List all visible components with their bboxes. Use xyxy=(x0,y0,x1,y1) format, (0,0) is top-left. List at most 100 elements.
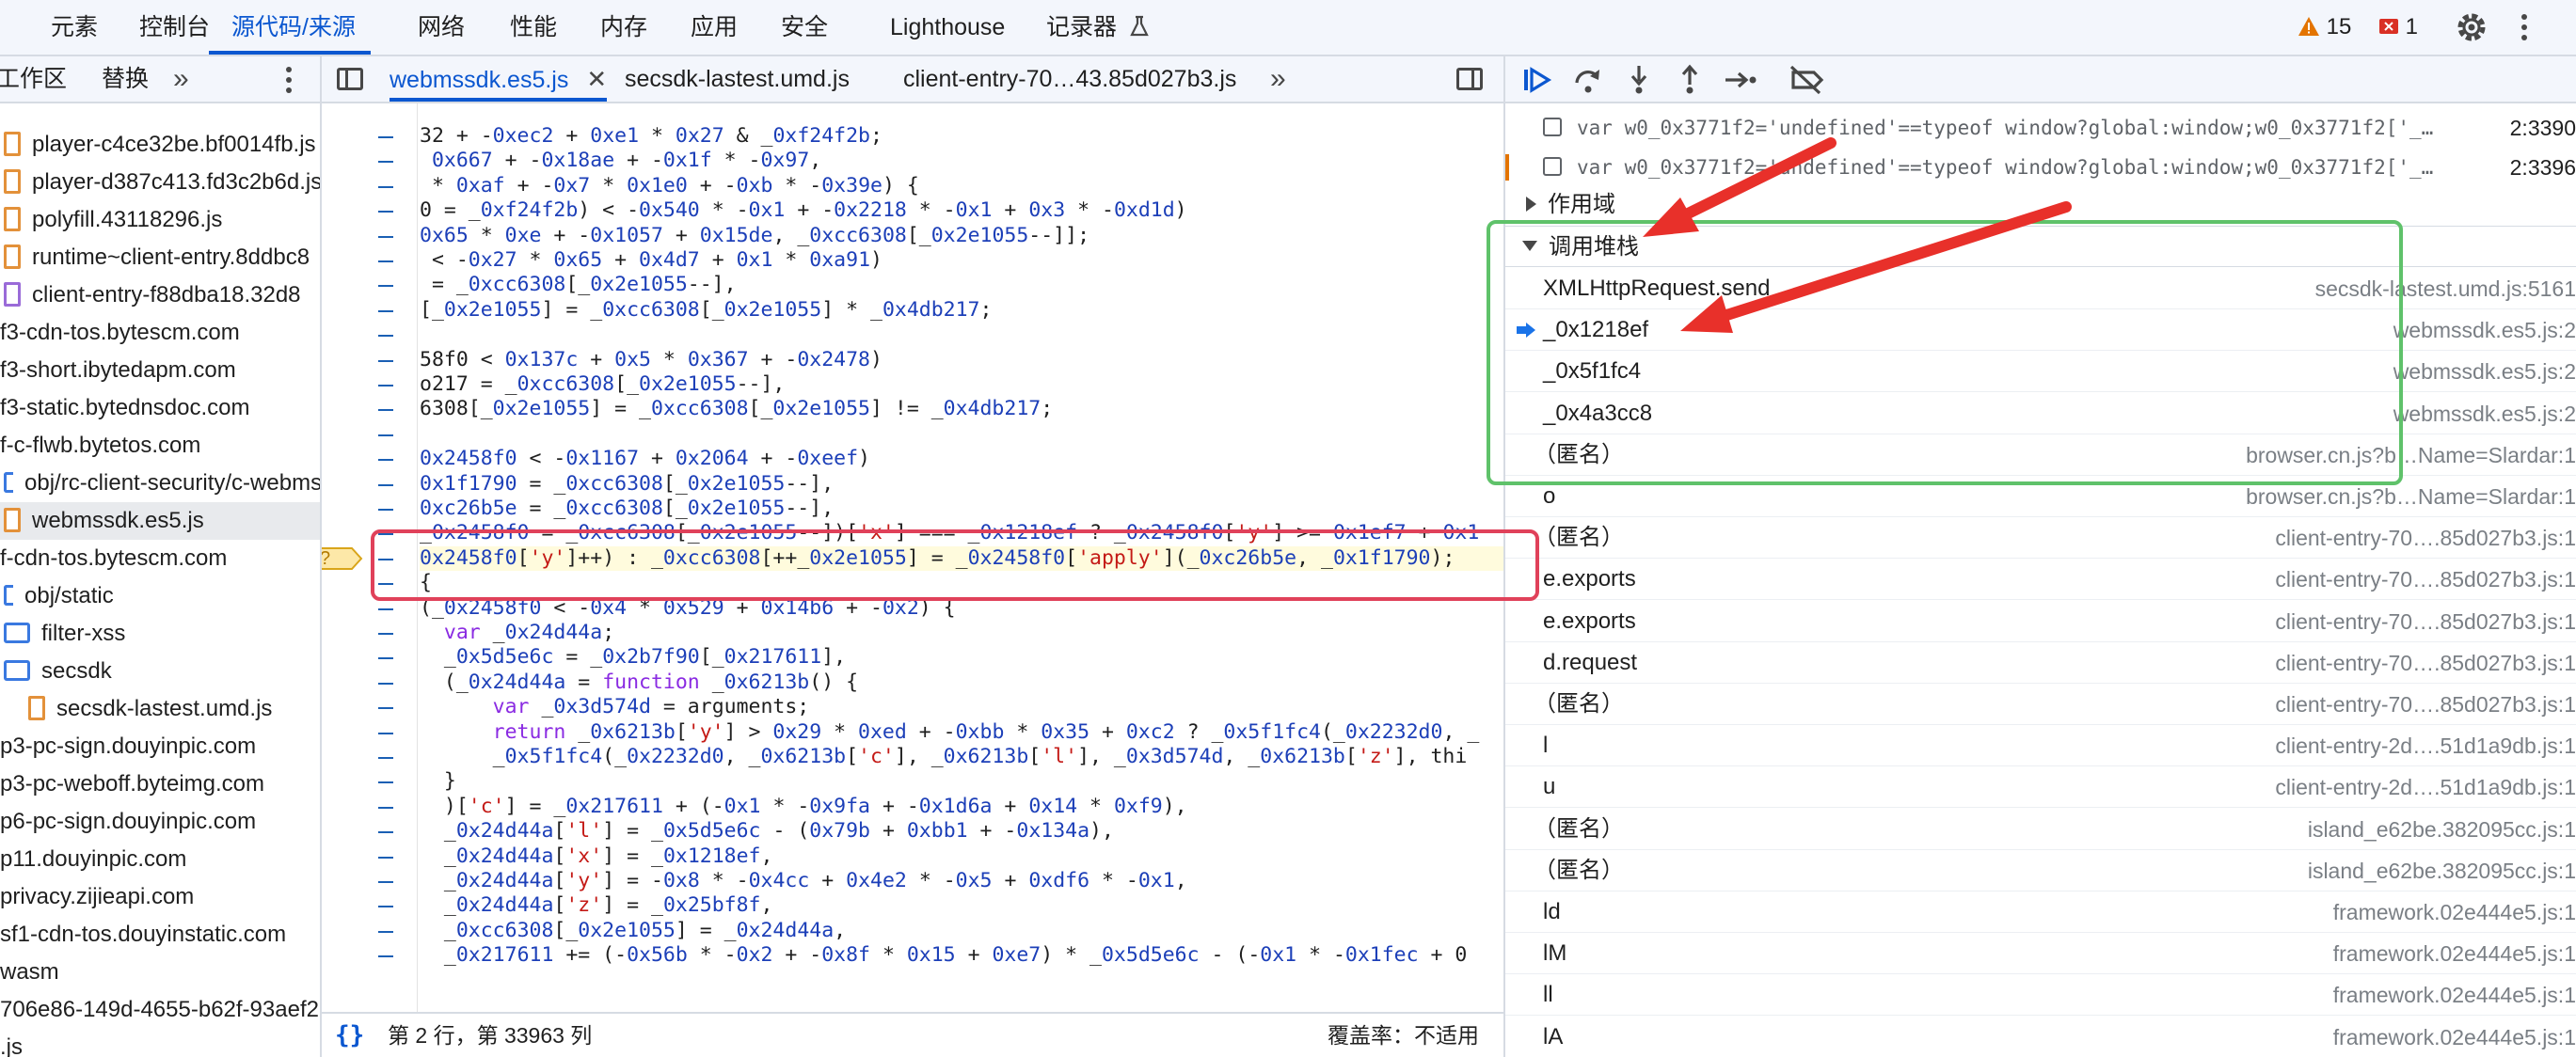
call-frame-location[interactable]: client-entry-70….85d027b3.js:1 xyxy=(2275,684,2576,725)
gutter-fold-marker[interactable] xyxy=(378,881,393,883)
gutter-fold-marker[interactable] xyxy=(378,806,393,809)
call-frame-location[interactable]: client-entry-2d….51d1a9db.js:1 xyxy=(2275,766,2576,808)
gutter-fold-marker[interactable] xyxy=(378,607,393,610)
tab-elements[interactable]: 元素 xyxy=(51,0,98,55)
call-frame[interactable]: d.request client-entry-70….85d027b3.js:1 xyxy=(1505,642,2576,684)
gutter-fold-marker[interactable] xyxy=(378,185,393,188)
tree-item[interactable]: p11.douyinpic.com xyxy=(0,841,320,878)
call-frame[interactable]: lA framework.02e444e5.js:1 xyxy=(1505,1017,2576,1057)
call-frame[interactable]: （匿名） client-entry-70….85d027b3.js:1 xyxy=(1505,684,2576,725)
gutter-fold-marker[interactable] xyxy=(378,682,393,685)
gutter-fold-marker[interactable] xyxy=(378,211,393,213)
tree-item[interactable]: p3-pc-sign.douyinpic.com xyxy=(0,728,320,765)
step-icon[interactable] xyxy=(1724,64,1757,96)
breakpoint-checkbox[interactable] xyxy=(1543,157,1562,176)
gutter-fold-marker[interactable] xyxy=(378,385,393,387)
gutter-fold-marker[interactable] xyxy=(378,856,393,859)
errors-counter[interactable]: 1 xyxy=(2378,0,2418,55)
breakpoint-checkbox[interactable] xyxy=(1543,118,1562,136)
call-frame-location[interactable]: framework.02e444e5.js:1 xyxy=(2333,891,2576,933)
tree-item[interactable]: secsdk-lastest.umd.js xyxy=(0,690,320,728)
tab-recorder[interactable]: 记录器 xyxy=(1046,0,1150,55)
step-out-icon[interactable] xyxy=(1673,64,1707,96)
tree-item[interactable]: obj/rc-client-security/c-webms xyxy=(0,465,320,502)
call-frame-location[interactable]: framework.02e444e5.js:1 xyxy=(2333,933,2576,974)
tree-item[interactable]: f-c-flwb.bytetos.com xyxy=(0,427,320,465)
gutter-fold-marker[interactable] xyxy=(378,707,393,710)
breakpoint-row[interactable]: var w0_0x3771f2='undefined'==typeof wind… xyxy=(1505,107,2576,149)
call-frame[interactable]: e.exports client-entry-70….85d027b3.js:1 xyxy=(1505,601,2576,642)
close-icon[interactable]: ✕ xyxy=(586,65,607,93)
tab-sources[interactable]: 源代码/来源 xyxy=(209,0,371,55)
call-frame[interactable]: （匿名） client-entry-70….85d027b3.js:1 xyxy=(1505,517,2576,560)
breakpoint-row[interactable]: var w0_0x3771f2='undefined'==typeof wind… xyxy=(1505,147,2576,188)
tree-item[interactable]: filter-xss xyxy=(0,615,320,653)
navigator-menu-icon[interactable] xyxy=(284,64,294,96)
call-frame-location[interactable]: island_e62be.382095cc.js:1 xyxy=(2308,809,2576,850)
call-frame-location[interactable]: webmssdk.es5.js:2 xyxy=(2393,351,2576,392)
call-frame[interactable]: e.exports client-entry-70….85d027b3.js:1 xyxy=(1505,559,2576,601)
call-frame-location[interactable]: webmssdk.es5.js:2 xyxy=(2393,309,2576,351)
tree-item[interactable]: obj/static xyxy=(0,577,320,615)
gutter-fold-marker[interactable] xyxy=(378,335,393,338)
tree-item[interactable]: player-d387c413.fd3c2b6d.js xyxy=(0,164,320,201)
tab-application[interactable]: 应用 xyxy=(691,0,738,55)
tree-item[interactable]: f-cdn-tos.bytescm.com xyxy=(0,540,320,577)
tree-item[interactable]: p6-pc-sign.douyinpic.com xyxy=(0,803,320,841)
call-frame[interactable]: ld framework.02e444e5.js:1 xyxy=(1505,891,2576,933)
tree-item[interactable]: sf1-cdn-tos.douyinstatic.com xyxy=(0,916,320,954)
call-frame[interactable]: lM framework.02e444e5.js:1 xyxy=(1505,933,2576,975)
gutter-fold-marker[interactable] xyxy=(378,161,393,164)
more-options-icon[interactable] xyxy=(2520,11,2529,43)
more-tabs-icon[interactable]: » xyxy=(173,56,189,102)
call-frame-location[interactable]: framework.02e444e5.js:1 xyxy=(2333,1017,2576,1057)
call-frame[interactable]: l client-entry-2d….51d1a9db.js:1 xyxy=(1505,725,2576,767)
more-editor-tabs-icon[interactable]: » xyxy=(1270,56,1286,102)
gutter-fold-marker[interactable] xyxy=(378,434,393,436)
gutter-fold-marker[interactable] xyxy=(378,657,393,660)
resume-icon[interactable] xyxy=(1520,64,1554,96)
tree-item[interactable]: webmssdk.es5.js xyxy=(0,502,320,540)
tree-item[interactable]: p3-pc-weboff.byteimg.com xyxy=(0,765,320,803)
tree-item[interactable]: runtime~client-entry.8ddbc8 xyxy=(0,239,320,276)
gutter-fold-marker[interactable] xyxy=(378,930,393,933)
tree-item[interactable]: .js xyxy=(0,1029,320,1057)
tab-performance[interactable]: 性能 xyxy=(510,0,557,55)
gutter-fold-marker[interactable] xyxy=(378,459,393,462)
editor-tab-client-entry[interactable]: client-entry-70…43.85d027b3.js xyxy=(903,56,1236,102)
toggle-navigator-icon[interactable] xyxy=(337,68,363,90)
tab-lighthouse[interactable]: Lighthouse xyxy=(890,0,1005,55)
tab-console[interactable]: 控制台 xyxy=(139,0,210,55)
gutter-fold-marker[interactable] xyxy=(378,509,393,511)
tab-memory[interactable]: 内存 xyxy=(600,0,647,55)
gutter-fold-marker[interactable] xyxy=(378,732,393,734)
gutter-fold-marker[interactable] xyxy=(378,831,393,834)
call-frame-location[interactable]: client-entry-70….85d027b3.js:1 xyxy=(2275,517,2576,559)
tab-overrides[interactable]: 替换 xyxy=(102,56,149,102)
call-frame[interactable]: （匿名） island_e62be.382095cc.js:1 xyxy=(1505,809,2576,850)
gutter-fold-marker[interactable] xyxy=(378,781,393,784)
gutter-fold-marker[interactable] xyxy=(378,757,393,759)
gutter-fold-marker[interactable] xyxy=(378,906,393,908)
tab-workspace[interactable]: 工作区 xyxy=(0,56,67,102)
step-into-icon[interactable] xyxy=(1622,64,1656,96)
tree-item[interactable]: f3-static.bytednsdoc.com xyxy=(0,389,320,427)
tree-item[interactable]: client-entry-f88dba18.32d8 xyxy=(0,276,320,314)
tree-item[interactable]: f3-short.ibytedapm.com xyxy=(0,352,320,389)
deactivate-breakpoints-icon[interactable] xyxy=(1788,64,1825,96)
gutter-fold-marker[interactable] xyxy=(378,955,393,958)
toggle-debugger-icon[interactable] xyxy=(1456,68,1483,90)
pretty-print-icon[interactable]: {} xyxy=(335,1014,364,1057)
call-frame-location[interactable]: client-entry-2d….51d1a9db.js:1 xyxy=(2275,725,2576,766)
gutter-fold-marker[interactable] xyxy=(378,260,393,262)
call-frame[interactable]: ll framework.02e444e5.js:1 xyxy=(1505,974,2576,1017)
gutter-fold-marker[interactable] xyxy=(378,409,393,412)
editor-tab-secsdk[interactable]: secsdk-lastest.umd.js xyxy=(625,56,850,102)
warnings-counter[interactable]: 15 xyxy=(2298,0,2351,55)
gear-icon[interactable] xyxy=(2454,9,2489,45)
gutter-fold-marker[interactable] xyxy=(378,633,393,635)
call-frame[interactable]: （匿名） island_e62be.382095cc.js:1 xyxy=(1505,850,2576,891)
editor-tab-webmssdk[interactable]: webmssdk.es5.js ✕ xyxy=(390,56,608,102)
call-frame-location[interactable]: client-entry-70….85d027b3.js:1 xyxy=(2275,559,2576,600)
step-over-icon[interactable] xyxy=(1571,64,1605,96)
